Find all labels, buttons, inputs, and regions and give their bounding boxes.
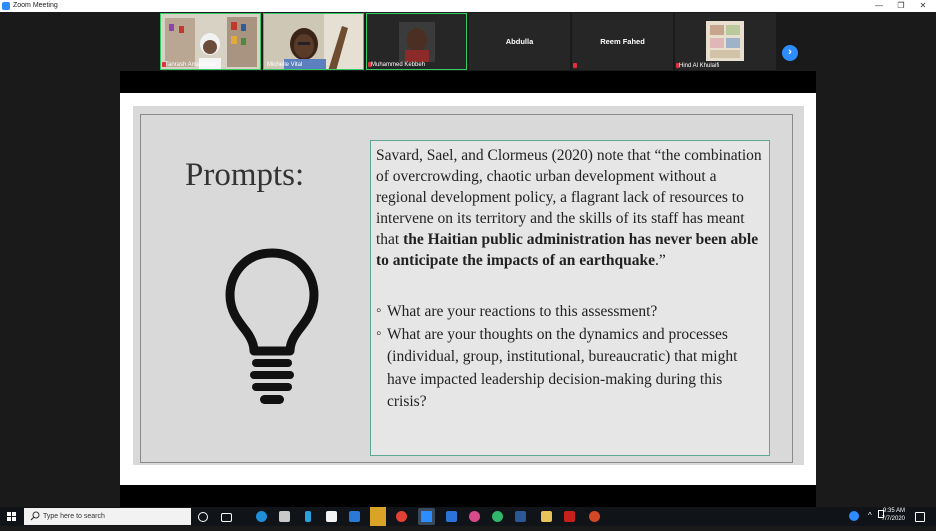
- prompt-item: What are your reactions to this assessme…: [376, 300, 764, 324]
- windows-logo-icon: [7, 512, 16, 521]
- acrobat-icon[interactable]: [564, 511, 575, 522]
- skype-icon[interactable]: [305, 511, 311, 522]
- slide-heading: Prompts:: [185, 157, 305, 193]
- video-feed: [675, 13, 776, 70]
- whatsapp-icon[interactable]: [492, 511, 503, 522]
- clock-time[interactable]: 9:35 AM: [883, 508, 905, 514]
- mail-icon[interactable]: [349, 511, 360, 522]
- minimize-button[interactable]: —: [868, 0, 890, 12]
- notifications-icon[interactable]: [915, 512, 925, 522]
- taskbar: Type here to search ^ 9:35 AM 7/7/2020: [0, 507, 936, 526]
- chrome-icon[interactable]: [396, 511, 407, 522]
- title-bar: Zoom Meeting — ❐ ✕: [0, 0, 936, 12]
- file-explorer-icon[interactable]: [541, 511, 552, 522]
- quote-emphasis: the Haitian public administration has ne…: [376, 231, 759, 269]
- cortana-icon[interactable]: [198, 512, 208, 522]
- quote-end: .”: [655, 252, 666, 269]
- quote-textbox: Savard, Sael, and Clormeus (2020) note t…: [370, 140, 770, 456]
- slide-frame: Prompts: Savard, Sael, and Clormeus (202…: [140, 114, 793, 463]
- search-icon: [30, 511, 40, 521]
- search-placeholder: Type here to search: [43, 513, 105, 520]
- slide-background: Prompts: Savard, Sael, and Clormeus (202…: [133, 106, 804, 465]
- quote-paragraph: Savard, Sael, and Clormeus (2020) note t…: [376, 145, 764, 271]
- participant-tile[interactable]: Hind Al Khulaifi: [675, 13, 776, 70]
- amazon-icon[interactable]: [326, 511, 337, 522]
- participant-gallery: Tanrash Amanshan Michelle Vital Muhammed…: [0, 12, 936, 71]
- start-button[interactable]: [0, 507, 22, 526]
- muted-mic-icon: [573, 63, 577, 68]
- participant-name: Michelle Vital: [267, 62, 303, 68]
- next-page-button[interactable]: ›: [782, 45, 798, 61]
- taskbar-search[interactable]: Type here to search: [24, 508, 191, 525]
- participant-name: Abdulla: [505, 37, 534, 46]
- participant-tile[interactable]: Reem Fahed: [572, 13, 673, 70]
- sticky-notes-icon[interactable]: [370, 507, 386, 526]
- participant-tile[interactable]: Abdulla: [469, 13, 570, 70]
- powerpoint-icon[interactable]: [589, 511, 600, 522]
- store-icon[interactable]: [279, 511, 290, 522]
- itunes-icon[interactable]: [469, 511, 480, 522]
- show-hidden-icons[interactable]: ^: [868, 511, 872, 520]
- task-view-icon[interactable]: [221, 513, 232, 522]
- word-icon[interactable]: [515, 511, 526, 522]
- participant-tile[interactable]: Tanrash Amanshan: [160, 13, 261, 70]
- share-area-top: [120, 71, 816, 93]
- restore-button[interactable]: ❐: [890, 0, 912, 12]
- participant-name: Tanrash Amanshan: [165, 62, 217, 68]
- lightbulb-icon: [225, 248, 319, 404]
- zoom-tray-icon[interactable]: [849, 511, 859, 521]
- share-area-bottom: [120, 485, 816, 507]
- participant-name: Muhammed Kebbeh: [371, 62, 426, 68]
- edge-browser-icon[interactable]: [256, 511, 267, 522]
- prompt-item: What are your thoughts on the dynamics a…: [376, 323, 764, 414]
- window-title: Zoom Meeting: [13, 2, 58, 9]
- participant-name: Hind Al Khulaifi: [679, 63, 720, 69]
- chevron-right-icon: ›: [788, 46, 792, 58]
- zoom-app-icon: [2, 2, 10, 10]
- clock-date[interactable]: 7/7/2020: [881, 516, 905, 522]
- prompt-list: What are your reactions to this assessme…: [376, 300, 764, 414]
- shared-slide: Prompts: Savard, Sael, and Clormeus (202…: [120, 93, 816, 485]
- zoom-taskbar-icon[interactable]: [418, 508, 435, 525]
- close-button[interactable]: ✕: [912, 0, 934, 12]
- dropbox-icon[interactable]: [446, 511, 457, 522]
- participant-tile[interactable]: Michelle Vital: [263, 13, 364, 70]
- participant-name: Reem Fahed: [600, 37, 645, 46]
- participant-tile[interactable]: Muhammed Kebbeh: [366, 13, 467, 70]
